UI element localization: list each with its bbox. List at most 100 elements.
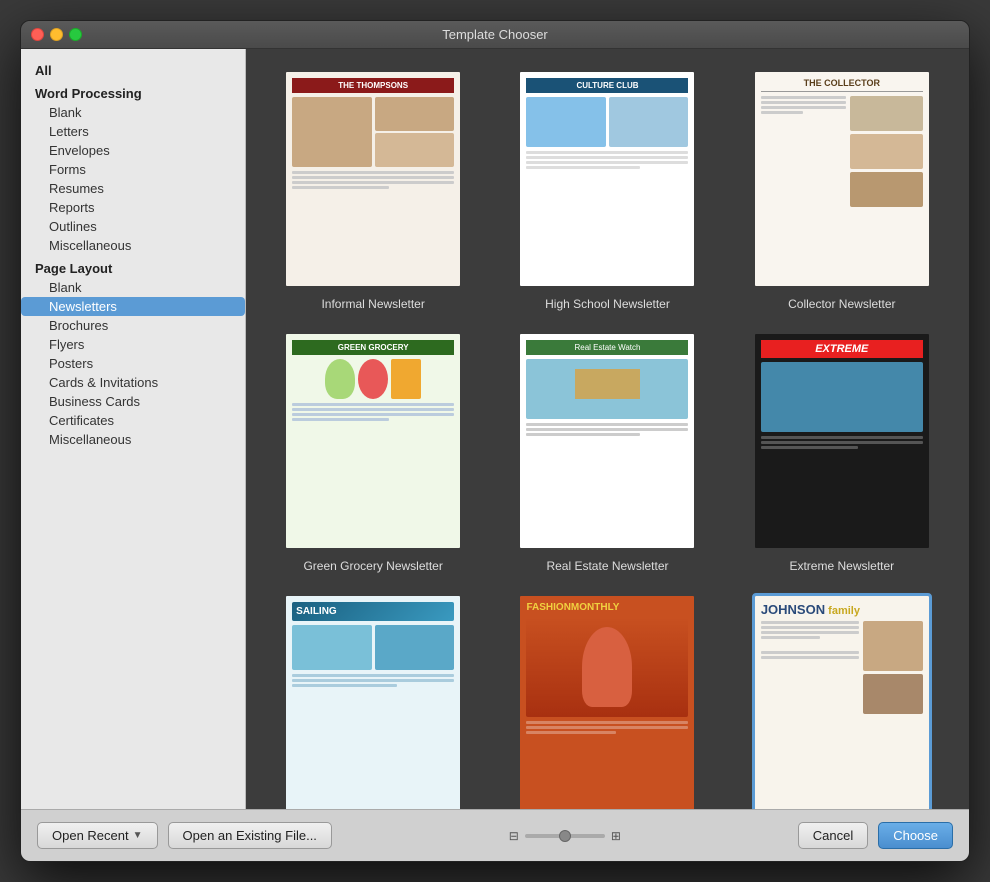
window-title: Template Chooser — [442, 27, 548, 42]
open-existing-label: Open an Existing File... — [183, 828, 317, 843]
close-button[interactable] — [31, 28, 44, 41]
sailing-line-3 — [292, 684, 397, 687]
zoom-slider-thumb — [559, 830, 571, 842]
titlebar: Template Chooser — [21, 21, 969, 49]
sailing-photos — [292, 625, 454, 670]
grocery-veggie-1 — [325, 359, 355, 399]
realestate-line-2 — [526, 428, 688, 431]
template-thumb-highschool: CULTURE CLUB — [517, 69, 697, 289]
zoom-in-icon[interactable]: ⊞ — [611, 829, 621, 843]
sidebar-item-page-layout[interactable]: Page Layout — [21, 255, 245, 278]
sidebar-item-misc-pl[interactable]: Miscellaneous — [21, 430, 245, 449]
sailing-header: SAILING — [292, 602, 454, 621]
grocery-veggie-2 — [358, 359, 388, 399]
sailing-line-2 — [292, 679, 454, 682]
open-recent-button[interactable]: Open Recent ▼ — [37, 822, 158, 849]
highschool-photo-2 — [609, 97, 689, 147]
sidebar-item-cards-invitations[interactable]: Cards & Invitations — [21, 373, 245, 392]
choose-label: Choose — [893, 828, 938, 843]
sidebar-item-outlines[interactable]: Outlines — [21, 217, 245, 236]
template-thumb-informal: THE THOMPSONS — [283, 69, 463, 289]
informal-line-1 — [292, 171, 454, 174]
highschool-photos — [526, 97, 688, 147]
family-line-5 — [761, 651, 859, 654]
highschool-line-3 — [526, 161, 688, 164]
sidebar-item-letters[interactable]: Letters — [21, 122, 245, 141]
traffic-lights — [31, 28, 82, 41]
family-line-4 — [761, 636, 820, 639]
chevron-down-icon: ▼ — [133, 830, 143, 841]
sidebar-item-business-cards[interactable]: Business Cards — [21, 392, 245, 411]
grocery-line-4 — [292, 418, 389, 421]
realestate-line-1 — [526, 423, 688, 426]
cancel-button[interactable]: Cancel — [798, 822, 868, 849]
sidebar-item-resumes[interactable]: Resumes — [21, 179, 245, 198]
open-existing-button[interactable]: Open an Existing File... — [168, 822, 332, 849]
sidebar-item-certificates[interactable]: Certificates — [21, 411, 245, 430]
grocery-produce — [292, 359, 454, 399]
modern-line-1 — [526, 721, 688, 724]
template-item-grocery[interactable]: GREEN GROCERY — [266, 331, 480, 573]
template-item-family[interactable]: JOHNSON family — [735, 593, 949, 809]
sidebar-item-all[interactable]: All — [21, 57, 245, 80]
collector-line-3 — [761, 106, 846, 109]
realestate-photo — [526, 359, 688, 419]
template-item-highschool[interactable]: CULTURE CLUB — [500, 69, 714, 311]
modern-text — [526, 721, 688, 734]
sidebar-item-misc-wp[interactable]: Miscellaneous — [21, 236, 245, 255]
informal-photo-2 — [375, 97, 455, 131]
collector-text — [761, 96, 846, 114]
collector-line-4 — [761, 111, 804, 114]
informal-photo-1 — [292, 97, 372, 167]
family-line-3 — [761, 631, 859, 634]
extreme-line-3 — [761, 446, 858, 449]
sidebar-item-flyers[interactable]: Flyers — [21, 335, 245, 354]
sidebar-item-brochures[interactable]: Brochures — [21, 316, 245, 335]
choose-button[interactable]: Choose — [878, 822, 953, 849]
sidebar-item-word-processing[interactable]: Word Processing — [21, 80, 245, 103]
grocery-line-1 — [292, 403, 454, 406]
highschool-line-1 — [526, 151, 688, 154]
highschool-line-4 — [526, 166, 639, 169]
informal-text-lines — [292, 171, 454, 189]
modern-title: FASHIONMONTHLY — [526, 602, 688, 613]
highschool-text — [526, 151, 688, 169]
minimize-button[interactable] — [50, 28, 63, 41]
sailing-line-1 — [292, 674, 454, 677]
template-item-informal[interactable]: THE THOMPSONS — [266, 69, 480, 311]
extreme-photo — [761, 362, 923, 432]
sidebar-item-newsletters[interactable]: Newsletters — [21, 297, 245, 316]
template-item-sailing[interactable]: SAILING Sailing Newsl — [266, 593, 480, 809]
sidebar-item-posters[interactable]: Posters — [21, 354, 245, 373]
maximize-button[interactable] — [69, 28, 82, 41]
grocery-line-3 — [292, 413, 454, 416]
sidebar-item-blank-wp[interactable]: Blank — [21, 103, 245, 122]
informal-header: THE THOMPSONS — [292, 78, 454, 93]
sidebar-item-blank-pl[interactable]: Blank — [21, 278, 245, 297]
family-spacer — [761, 641, 859, 649]
template-thumb-family: JOHNSON family — [752, 593, 932, 809]
sidebar-item-envelopes[interactable]: Envelopes — [21, 141, 245, 160]
template-item-realestate[interactable]: Real Estate Watch Real Estate Newsletter — [500, 331, 714, 573]
modern-line-3 — [526, 731, 615, 734]
family-text-col — [761, 621, 859, 714]
zoom-control: ⊟ ⊞ — [509, 829, 621, 843]
template-thumb-sailing: SAILING — [283, 593, 463, 809]
zoom-slider[interactable] — [525, 834, 605, 838]
sidebar-item-reports[interactable]: Reports — [21, 198, 245, 217]
template-item-collector[interactable]: THE COLLECTOR — [735, 69, 949, 311]
templates-grid: THE THOMPSONS — [266, 69, 949, 809]
template-label-extreme: Extreme Newsletter — [789, 559, 894, 573]
template-thumb-modern: FASHIONMONTHLY — [517, 593, 697, 809]
bottom-bar: Open Recent ▼ Open an Existing File... ⊟… — [21, 809, 969, 861]
template-label-realestate: Real Estate Newsletter — [546, 559, 668, 573]
template-item-modern[interactable]: FASHIONMONTHLY Modern Newsletter — [500, 593, 714, 809]
sidebar-item-forms[interactable]: Forms — [21, 160, 245, 179]
collector-header: THE COLLECTOR — [761, 78, 923, 92]
template-thumb-realestate: Real Estate Watch — [517, 331, 697, 551]
extreme-header: EXTREME — [761, 340, 923, 358]
template-item-extreme[interactable]: EXTREME Extreme Newsletter — [735, 331, 949, 573]
zoom-out-icon[interactable]: ⊟ — [509, 829, 519, 843]
extreme-line-2 — [761, 441, 923, 444]
informal-line-2 — [292, 176, 454, 179]
